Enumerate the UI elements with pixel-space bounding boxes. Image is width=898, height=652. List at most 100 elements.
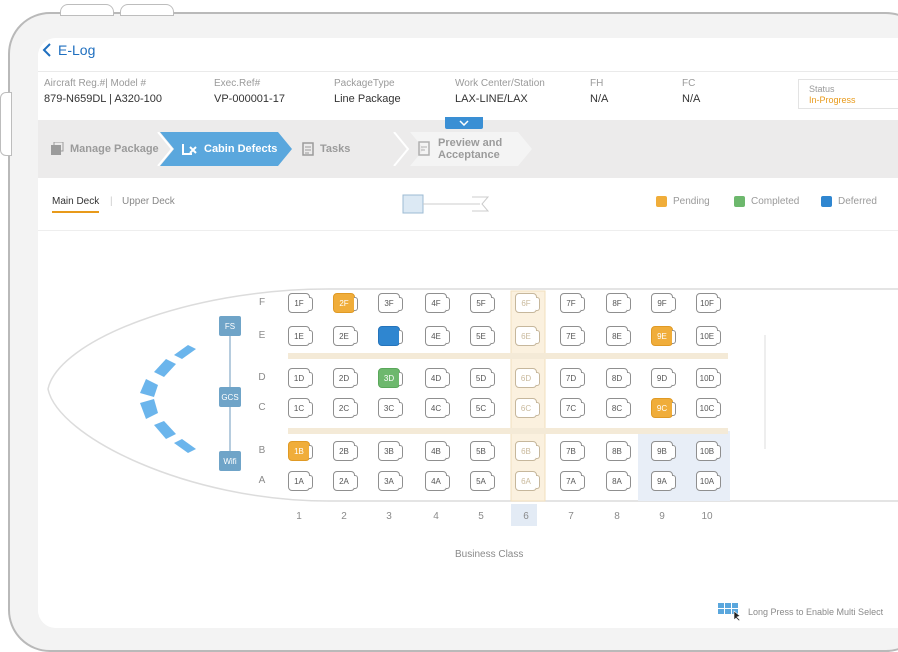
seat-6c[interactable]: 6C bbox=[515, 398, 540, 418]
seat-5a[interactable]: 5A bbox=[470, 471, 495, 491]
step-tasks[interactable]: Tasks bbox=[302, 132, 350, 166]
multiselect-hint[interactable]: Long Press to Enable Multi Select bbox=[718, 603, 883, 621]
seat-2f[interactable]: 2F bbox=[333, 293, 358, 313]
seat-9d[interactable]: 9D bbox=[651, 368, 676, 388]
info-work-center: Work Center/Station LAX-LINE/LAX bbox=[455, 78, 545, 105]
row-label-a: A bbox=[258, 475, 266, 486]
seat-4e[interactable]: 4E bbox=[425, 326, 450, 346]
column-label-7: 7 bbox=[568, 511, 574, 522]
app-screen: E-Log Aircraft Reg.#| Model #879-N659DL … bbox=[38, 38, 898, 628]
seat-2c[interactable]: 2C bbox=[333, 398, 358, 418]
step-preview-line-2: Acceptance bbox=[438, 149, 500, 161]
seat-10c[interactable]: 10C bbox=[696, 398, 721, 418]
seat-7d[interactable]: 7D bbox=[560, 368, 585, 388]
column-label-6: 6 bbox=[523, 511, 529, 522]
seat-6d[interactable]: 6D bbox=[515, 368, 540, 388]
seat-7c[interactable]: 7C bbox=[560, 398, 585, 418]
seat-8f[interactable]: 8F bbox=[606, 293, 631, 313]
cabin-defect-icon bbox=[182, 144, 197, 155]
seat-5b[interactable]: 5B bbox=[470, 441, 495, 461]
seat-8d[interactable]: 8D bbox=[606, 368, 631, 388]
seat-7b[interactable]: 7B bbox=[560, 441, 585, 461]
seat-2b[interactable]: 2B bbox=[333, 441, 358, 461]
seat-10f[interactable]: 10F bbox=[696, 293, 721, 313]
galley-fs[interactable]: FS bbox=[219, 316, 241, 336]
info-fc: FC N/A bbox=[682, 78, 701, 105]
seat-3c[interactable]: 3C bbox=[378, 398, 403, 418]
legend-pending: Pending bbox=[656, 196, 710, 207]
row-label-f: F bbox=[258, 297, 266, 308]
seat-10e[interactable]: 10E bbox=[696, 326, 721, 346]
row-label-e: E bbox=[258, 330, 266, 341]
column-label-8: 8 bbox=[614, 511, 620, 522]
info-package-type: PackageType Line Package bbox=[334, 78, 401, 105]
seat-1a[interactable]: 1A bbox=[288, 471, 313, 491]
minimap-slider[interactable] bbox=[402, 192, 494, 216]
legend-swatch-completed bbox=[734, 196, 745, 207]
seat-1c[interactable]: 1C bbox=[288, 398, 313, 418]
seat-9a[interactable]: 9A bbox=[651, 471, 676, 491]
seat-9e[interactable]: 9E bbox=[651, 326, 676, 346]
row-label-d: D bbox=[258, 372, 266, 383]
seat-5e[interactable]: 5E bbox=[470, 326, 495, 346]
seat-3e[interactable] bbox=[378, 326, 403, 346]
seat-1d[interactable]: 1D bbox=[288, 368, 313, 388]
seat-7a[interactable]: 7A bbox=[560, 471, 585, 491]
seat-1e[interactable]: 1E bbox=[288, 326, 313, 346]
seat-6b[interactable]: 6B bbox=[515, 441, 540, 461]
row-label-b: B bbox=[258, 445, 266, 456]
seat-10d[interactable]: 10D bbox=[696, 368, 721, 388]
seat-6a[interactable]: 6A bbox=[515, 471, 540, 491]
cockpit-windows bbox=[140, 345, 196, 453]
step-cabin-defects[interactable]: Cabin Defects bbox=[160, 132, 292, 166]
package-icon bbox=[51, 142, 64, 155]
seat-2e[interactable]: 2E bbox=[333, 326, 358, 346]
seat-10a[interactable]: 10A bbox=[696, 471, 721, 491]
seat-1f[interactable]: 1F bbox=[288, 293, 313, 313]
column-label-3: 3 bbox=[386, 511, 392, 522]
seat-7f[interactable]: 7F bbox=[560, 293, 585, 313]
seat-9b[interactable]: 9B bbox=[651, 441, 676, 461]
tab-upper-deck[interactable]: Upper Deck bbox=[122, 196, 175, 207]
galley-wifi[interactable]: Wifi bbox=[219, 451, 241, 471]
tab-main-deck[interactable]: Main Deck bbox=[52, 196, 100, 213]
package-info-bar: Aircraft Reg.#| Model #879-N659DL | A320… bbox=[38, 71, 898, 118]
galley-gcs[interactable]: GCS bbox=[219, 387, 241, 407]
seat-4d[interactable]: 4D bbox=[425, 368, 450, 388]
info-exec-ref: Exec.Ref# VP-000001-17 bbox=[214, 78, 285, 105]
seat-1b[interactable]: 1B bbox=[288, 441, 313, 461]
column-label-5: 5 bbox=[478, 511, 484, 522]
seat-map-area: F 1F 2F 3F 4F 5F 6F 7F 8F 9F 10F E 1E 2E 4E 5E 6E 7E 8E 9E 1… bbox=[38, 231, 898, 628]
seat-7e[interactable]: 7E bbox=[560, 326, 585, 346]
column-label-10: 10 bbox=[701, 511, 713, 522]
seat-9c[interactable]: 9C bbox=[651, 398, 676, 418]
seat-3f[interactable]: 3F bbox=[378, 293, 403, 313]
seat-4c[interactable]: 4C bbox=[425, 398, 450, 418]
back-button[interactable]: E-Log bbox=[42, 42, 95, 58]
step-preview-acceptance[interactable]: Preview and Acceptance bbox=[418, 132, 502, 166]
tab-divider: | bbox=[110, 196, 113, 207]
seat-4f[interactable]: 4F bbox=[425, 293, 450, 313]
seat-8a[interactable]: 8A bbox=[606, 471, 631, 491]
seat-5d[interactable]: 5D bbox=[470, 368, 495, 388]
seat-4a[interactable]: 4A bbox=[425, 471, 450, 491]
info-aircraft: Aircraft Reg.#| Model #879-N659DL | A320… bbox=[44, 78, 163, 105]
seat-8b[interactable]: 8B bbox=[606, 441, 631, 461]
step-manage-package[interactable]: Manage Package bbox=[50, 132, 159, 166]
seat-8e[interactable]: 8E bbox=[606, 326, 631, 346]
seat-6f[interactable]: 6F bbox=[515, 293, 540, 313]
seat-5f[interactable]: 5F bbox=[470, 293, 495, 313]
seat-5c[interactable]: 5C bbox=[470, 398, 495, 418]
seat-2a[interactable]: 2A bbox=[333, 471, 358, 491]
seat-8c[interactable]: 8C bbox=[606, 398, 631, 418]
seat-10b[interactable]: 10B bbox=[696, 441, 721, 461]
seat-6e[interactable]: 6E bbox=[515, 326, 540, 346]
seat-3a[interactable]: 3A bbox=[378, 471, 403, 491]
seat-2d[interactable]: 2D bbox=[333, 368, 358, 388]
collapse-header-button[interactable] bbox=[445, 117, 483, 129]
seat-3d[interactable]: 3D bbox=[378, 368, 403, 388]
row-label-c: C bbox=[258, 402, 266, 413]
seat-4b[interactable]: 4B bbox=[425, 441, 450, 461]
seat-3b[interactable]: 3B bbox=[378, 441, 403, 461]
seat-9f[interactable]: 9F bbox=[651, 293, 676, 313]
